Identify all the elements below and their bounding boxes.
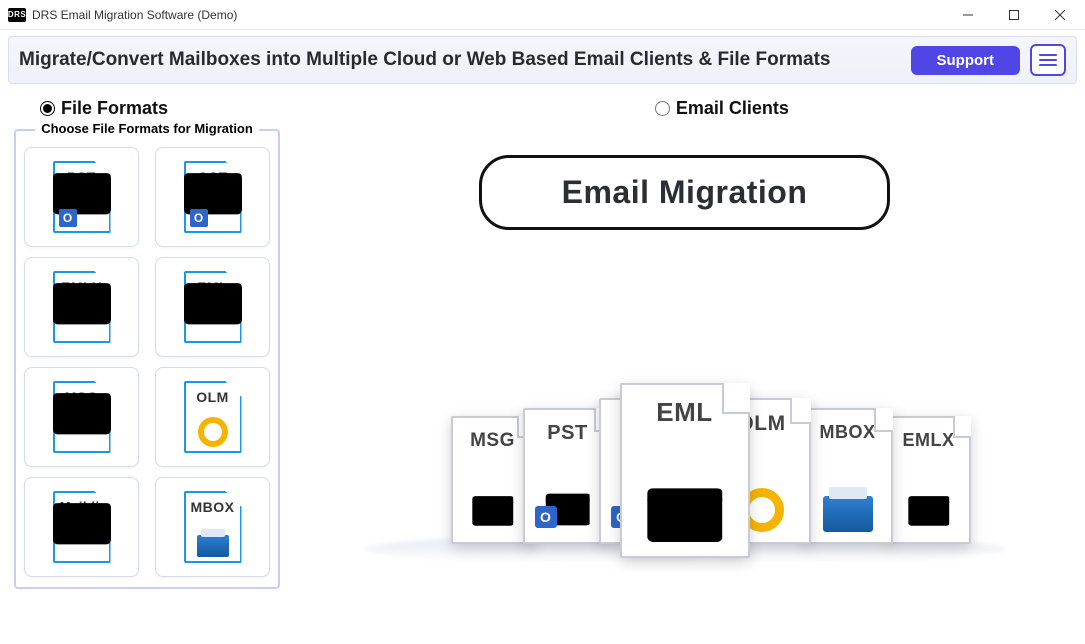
fan-card-msg: MSG: [451, 416, 535, 544]
hamburger-menu-button[interactable]: [1030, 44, 1066, 76]
fan-card-eml: EML: [620, 383, 750, 558]
radio-file-formats[interactable]: File Formats: [40, 98, 168, 119]
envelope-icon: [53, 377, 111, 449]
format-tile-pst[interactable]: PST O: [24, 147, 139, 247]
format-tile-emlx[interactable]: EMLX: [24, 257, 139, 357]
email-migration-title: Email Migration: [479, 155, 891, 230]
header-strip: Migrate/Convert Mailboxes into Multiple …: [8, 36, 1077, 84]
envelope-icon: [908, 487, 950, 532]
outlook-badge-icon: O: [535, 506, 557, 528]
envelope-icon: [53, 267, 111, 339]
fan-card-emlx: EMLX: [887, 416, 971, 544]
window-title: DRS Email Migration Software (Demo): [32, 8, 237, 22]
maildir-file-icon: Maildir: [53, 491, 111, 563]
file-formats-legend: Choose File Formats for Migration: [35, 121, 259, 136]
fan-card-mbox: MBOX: [803, 408, 893, 544]
minimize-button[interactable]: [945, 0, 991, 30]
app-logo-icon: DRS: [8, 8, 26, 22]
format-tile-olm[interactable]: OLM: [155, 367, 270, 467]
envelope-icon: [184, 267, 242, 339]
msg-file-icon: MSG: [53, 381, 111, 453]
mbox-drawer-icon: [823, 496, 873, 532]
hamburger-icon: [1039, 53, 1057, 67]
page-heading: Migrate/Convert Mailboxes into Multiple …: [19, 49, 911, 71]
eml-file-icon: EML: [184, 271, 242, 343]
envelope-icon: [53, 487, 111, 559]
radio-email-clients[interactable]: Email Clients: [655, 98, 789, 119]
format-fan-graphic: MSG PST O OST O EML OLM: [365, 302, 1005, 562]
emlx-file-icon: EMLX: [53, 271, 111, 343]
format-tile-ost[interactable]: OST O: [155, 147, 270, 247]
olm-ring-icon: [198, 417, 228, 447]
radio-email-clients-input[interactable]: [655, 101, 670, 116]
support-button[interactable]: Support: [911, 46, 1021, 75]
mbox-drawer-icon: [197, 535, 229, 557]
pst-file-icon: PST O: [53, 161, 111, 233]
format-tile-mbox[interactable]: MBOX: [155, 477, 270, 577]
radio-file-formats-label: File Formats: [61, 98, 168, 119]
format-tile-msg[interactable]: MSG: [24, 367, 139, 467]
olm-file-icon: OLM: [184, 381, 242, 453]
titlebar: DRS DRS Email Migration Software (Demo): [0, 0, 1085, 30]
outlook-badge-icon: O: [190, 209, 208, 227]
ost-file-icon: OST O: [184, 161, 242, 233]
mbox-file-icon: MBOX: [184, 491, 242, 563]
radio-file-formats-input[interactable]: [40, 101, 55, 116]
radio-email-clients-label: Email Clients: [676, 98, 789, 119]
right-panel: Email Migration MSG PST O OST O: [298, 129, 1071, 589]
envelope-icon: [647, 478, 723, 546]
envelope-icon: [472, 487, 514, 532]
close-button[interactable]: [1037, 0, 1083, 30]
maximize-button[interactable]: [991, 0, 1037, 30]
format-tile-maildir[interactable]: Maildir: [24, 477, 139, 577]
format-tile-eml[interactable]: EML: [155, 257, 270, 357]
outlook-badge-icon: O: [59, 209, 77, 227]
file-formats-panel: Choose File Formats for Migration PST O …: [14, 129, 280, 589]
